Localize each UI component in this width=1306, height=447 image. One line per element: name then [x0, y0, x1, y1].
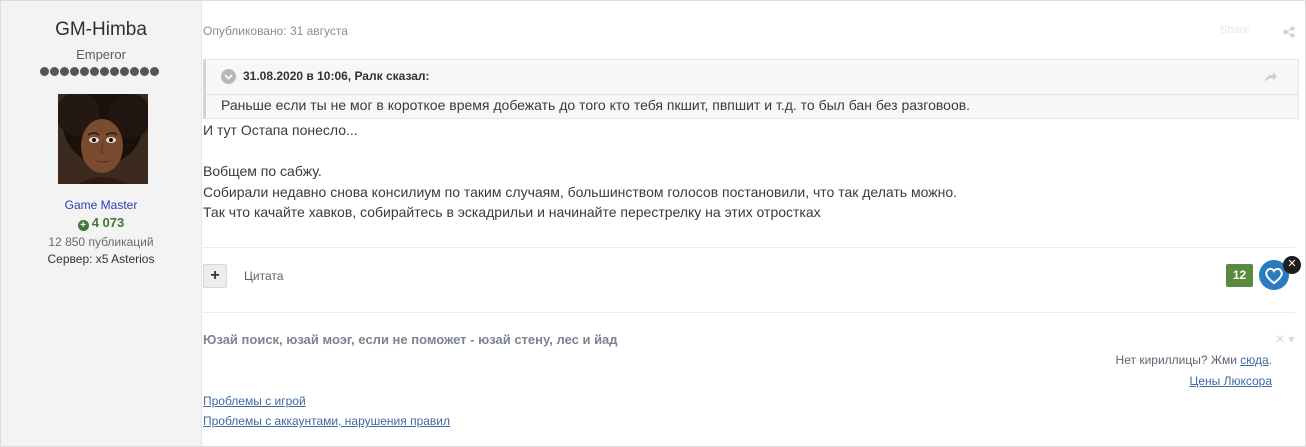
- account-problems-link[interactable]: Проблемы с аккаунтами, нарушения правил: [203, 414, 450, 428]
- post-date: Опубликовано: 31 августа: [203, 24, 348, 38]
- cyrillic-hint-text: Нет кириллицы? Жми: [1115, 353, 1241, 367]
- author-group: Game Master: [64, 198, 138, 212]
- share-label[interactable]: Share: [1220, 24, 1249, 36]
- divider: [203, 247, 1295, 248]
- rank-dots: [40, 67, 159, 76]
- chevron-down-icon[interactable]: [221, 69, 236, 84]
- reaction-count[interactable]: 12: [1226, 264, 1253, 287]
- quote-source-link-icon[interactable]: [1264, 70, 1278, 88]
- rank-dot: [130, 67, 139, 76]
- reputation-badge: +4 073: [1, 215, 201, 231]
- rank-dot: [100, 67, 109, 76]
- rank-dot: [140, 67, 149, 76]
- prices-link[interactable]: Цены Люксора: [1189, 374, 1272, 388]
- signature-text: Юзай поиск, юзай моэг, если не поможет -…: [203, 332, 618, 347]
- forum-post: GM-Himba Emperor Game Master +4 073 12 8…: [0, 0, 1306, 447]
- post-content: И тут Остапа понесло... Вобщем по сабжу.…: [203, 120, 957, 223]
- cyrillic-hint: Нет кириллицы? Жми сюда.: [1116, 353, 1272, 367]
- quote-button[interactable]: Цитата: [244, 269, 283, 283]
- rank-dot: [60, 67, 69, 76]
- quote-author: 31.08.2020 в 10:06, Ралк сказал:: [243, 69, 430, 83]
- quote-text: Раньше если ты не мог в короткое время д…: [221, 97, 971, 113]
- signature-controls[interactable]: ✕ ▾: [1275, 332, 1294, 346]
- cyrillic-link[interactable]: сюда: [1240, 353, 1268, 367]
- post-line: И тут Остапа понесло...: [203, 122, 358, 138]
- multiquote-plus-button[interactable]: +: [203, 264, 227, 288]
- author-server: Сервер: x5 Asterios: [47, 252, 155, 266]
- share-icon[interactable]: [1283, 25, 1295, 43]
- post-line: Вобщем по сабжу.: [203, 163, 322, 179]
- rank-dot: [90, 67, 99, 76]
- divider: [203, 312, 1295, 313]
- rank-dot: [50, 67, 59, 76]
- reputation-value: 4 073: [91, 215, 125, 230]
- close-icon[interactable]: ✕: [1283, 256, 1301, 274]
- author-rank: Emperor: [76, 47, 126, 62]
- quote-header: 31.08.2020 в 10:06, Ралк сказал:: [206, 60, 1298, 95]
- post-count: 12 850 публикаций: [48, 235, 154, 249]
- post-line: Собирали недавно снова консилиум по таки…: [203, 183, 958, 200]
- rank-dot: [80, 67, 89, 76]
- quote-block: 31.08.2020 в 10:06, Ралк сказал: Раньше …: [203, 59, 1299, 119]
- game-problems-link[interactable]: Проблемы с игрой: [203, 394, 306, 408]
- cyrillic-hint-suffix: .: [1268, 353, 1272, 367]
- post-line-gap: [203, 141, 957, 162]
- rank-dot: [70, 67, 79, 76]
- post-line: Так что качайте хавков, собирайтесь в эс…: [203, 204, 821, 220]
- plus-circle-icon: +: [77, 220, 89, 231]
- rank-dot: [40, 67, 49, 76]
- rank-dot: [150, 67, 159, 76]
- author-panel: GM-Himba Emperor Game Master +4 073 12 8…: [1, 1, 202, 446]
- avatar[interactable]: [58, 94, 148, 184]
- rank-dot: [120, 67, 129, 76]
- author-name[interactable]: GM-Himba: [1, 19, 201, 41]
- rank-dot: [110, 67, 119, 76]
